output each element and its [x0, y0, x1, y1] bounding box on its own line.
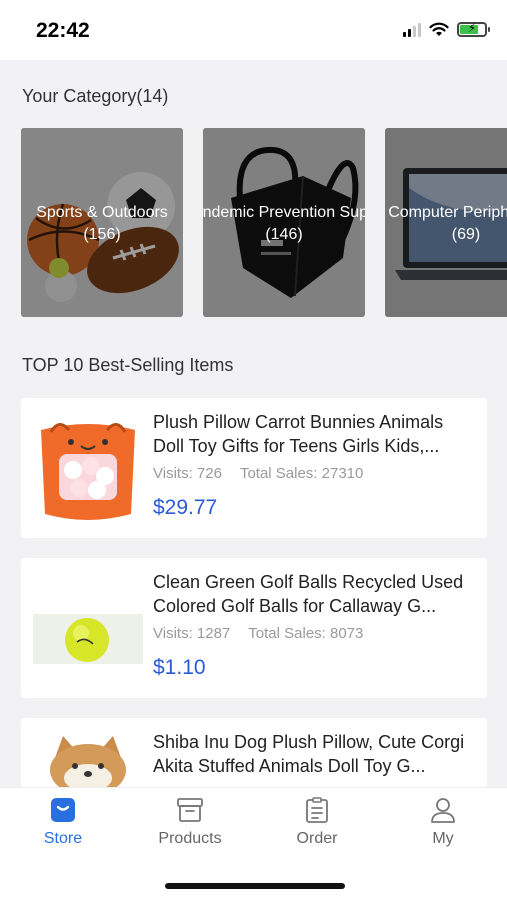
home-indicator[interactable]: [165, 883, 345, 889]
product-title[interactable]: Shiba Inu Dog Plush Pillow, Cute Corgi A…: [153, 730, 478, 778]
signal-icon: [403, 22, 421, 37]
clipboard-list-icon: [306, 797, 328, 823]
status-time: 22:42: [36, 19, 90, 42]
category-name: Pandemic Prevention Supplies: [203, 204, 365, 221]
store-bag-icon: [51, 798, 75, 822]
tab-products[interactable]: Products: [127, 796, 253, 848]
category-count: (156): [83, 226, 121, 243]
status-icons: ⚡: [403, 21, 490, 37]
tab-my[interactable]: My: [380, 796, 506, 848]
product-card[interactable]: Plush Pillow Carrot Bunnies Animals Doll…: [21, 398, 487, 538]
battery-icon: ⚡: [457, 21, 490, 37]
category-count: (69): [451, 226, 481, 243]
tab-label: Order: [296, 830, 338, 847]
tab-label: My: [432, 830, 454, 847]
tab-label: Store: [43, 830, 83, 847]
wifi-icon: [429, 22, 449, 36]
category-card-pandemic[interactable]: Pandemic Prevention Supplies (146): [203, 128, 365, 317]
category-count: (146): [265, 226, 303, 243]
tab-bar: Store Products Order My: [0, 787, 507, 853]
product-visits: Visits: 726: [153, 465, 222, 482]
shiba-plush-image: [33, 730, 143, 788]
product-card[interactable]: Clean Green Golf Balls Recycled Used Col…: [21, 558, 487, 698]
home-indicator-area: [0, 853, 507, 900]
carrot-plush-image: [33, 410, 143, 526]
product-stats: Visits: 1287 Total Sales: 8073: [153, 625, 381, 642]
status-bar: 22:42 ⚡: [0, 0, 507, 60]
category-card-sports[interactable]: Sports & Outdoors (156): [21, 128, 183, 317]
tab-label: Products: [158, 830, 222, 847]
category-card-computer[interactable]: Computer Peripherals (69): [385, 128, 507, 317]
category-section-title: Your Category(14): [22, 86, 169, 106]
product-total-sales: Total Sales: 27310: [239, 465, 364, 482]
product-card[interactable]: Shiba Inu Dog Plush Pillow, Cute Corgi A…: [21, 718, 487, 788]
best-selling-title: TOP 10 Best-Selling Items: [22, 355, 234, 375]
category-name: Computer Peripherals: [388, 204, 507, 221]
product-title[interactable]: Clean Green Golf Balls Recycled Used Col…: [153, 570, 478, 618]
person-icon: [431, 798, 455, 823]
category-name: Sports & Outdoors: [36, 204, 168, 221]
category-carousel[interactable]: Sports & Outdoors (156) Pandemic Prevent…: [21, 128, 507, 317]
product-total-sales: Total Sales: 8073: [248, 625, 364, 642]
archive-box-icon: [177, 798, 203, 822]
product-price: $29.77: [153, 496, 218, 519]
product-price: $1.10: [153, 656, 206, 679]
tab-order[interactable]: Order: [254, 796, 380, 848]
golf-ball-image: [33, 570, 143, 686]
product-title[interactable]: Plush Pillow Carrot Bunnies Animals Doll…: [153, 410, 478, 458]
product-stats: Visits: 726 Total Sales: 27310: [153, 465, 381, 482]
tab-store[interactable]: Store: [0, 796, 126, 848]
product-visits: Visits: 1287: [153, 625, 231, 642]
